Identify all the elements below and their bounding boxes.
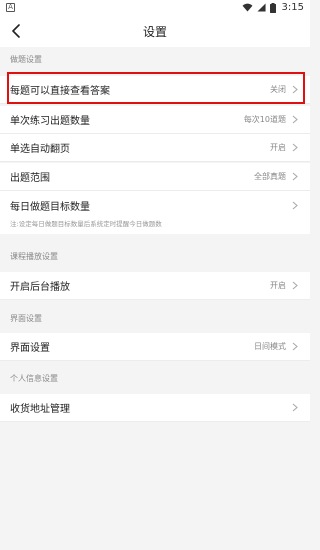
setting-value: 日间模式 — [254, 342, 286, 351]
empty-background — [0, 422, 310, 550]
chevron-left-icon — [12, 24, 20, 38]
setting-row-question-count[interactable]: 单次练习出题数量 每次10道题 — [0, 106, 310, 134]
setting-label: 单次练习出题数量 — [10, 116, 90, 127]
setting-label: 每日做题目标数量 — [10, 201, 90, 213]
setting-row-auto-page[interactable]: 单选自动翻页 开启 — [0, 134, 310, 162]
section-header-personal: 个人信息设置 — [0, 367, 310, 389]
setting-value: 全部真题 — [254, 172, 286, 181]
battery-icon — [269, 2, 276, 13]
setting-row-daily-goal[interactable]: 每日做题目标数量 — [0, 191, 310, 219]
chevron-right-icon — [290, 200, 300, 210]
chevron-right-icon — [290, 143, 300, 153]
setting-row-show-answer[interactable]: 每题可以直接查看答案 关闭 — [0, 76, 310, 104]
setting-row-shipping-address[interactable]: 收货地址管理 — [0, 394, 310, 422]
page-title: 设置 — [142, 24, 167, 39]
section-header-interface: 界面设置 — [0, 307, 310, 329]
chevron-right-icon — [290, 172, 300, 182]
nav-bar: 设置 — [0, 15, 310, 47]
setting-row-interface-mode[interactable]: 界面设置 日间模式 — [0, 333, 310, 361]
setting-label: 单选自动翻页 — [10, 144, 70, 155]
setting-label: 出题范围 — [10, 173, 50, 184]
setting-value: 关闭 — [270, 85, 286, 94]
status-bar: A 3:15 — [0, 0, 310, 15]
setting-value: 开启 — [270, 281, 286, 290]
chevron-right-icon — [290, 403, 300, 413]
chevron-right-icon — [290, 85, 300, 95]
setting-label: 收货地址管理 — [10, 404, 70, 415]
setting-row-background-play[interactable]: 开启后台播放 开启 — [0, 272, 310, 300]
clock: 3:15 — [281, 2, 304, 13]
back-button[interactable] — [2, 17, 30, 45]
setting-row-question-scope[interactable]: 出题范围 全部真题 — [0, 163, 310, 191]
setting-value: 每次10道题 — [243, 115, 286, 124]
wifi-icon — [242, 3, 252, 12]
setting-value: 开启 — [270, 143, 286, 152]
section-header-course: 课程播放设置 — [0, 245, 310, 267]
signal-icon — [256, 3, 266, 12]
section-header-practice: 做题设置 — [0, 48, 310, 70]
chevron-right-icon — [290, 342, 300, 352]
app-notification-icon: A — [6, 3, 15, 12]
setting-label: 界面设置 — [10, 343, 50, 354]
chevron-right-icon — [290, 281, 300, 291]
setting-label: 每题可以直接查看答案 — [10, 86, 110, 97]
setting-label: 开启后台播放 — [10, 282, 70, 293]
chevron-right-icon — [290, 115, 300, 125]
daily-goal-note: 注:设定每日做题目标数量后系统定时提醒今日做题数 — [0, 218, 310, 234]
